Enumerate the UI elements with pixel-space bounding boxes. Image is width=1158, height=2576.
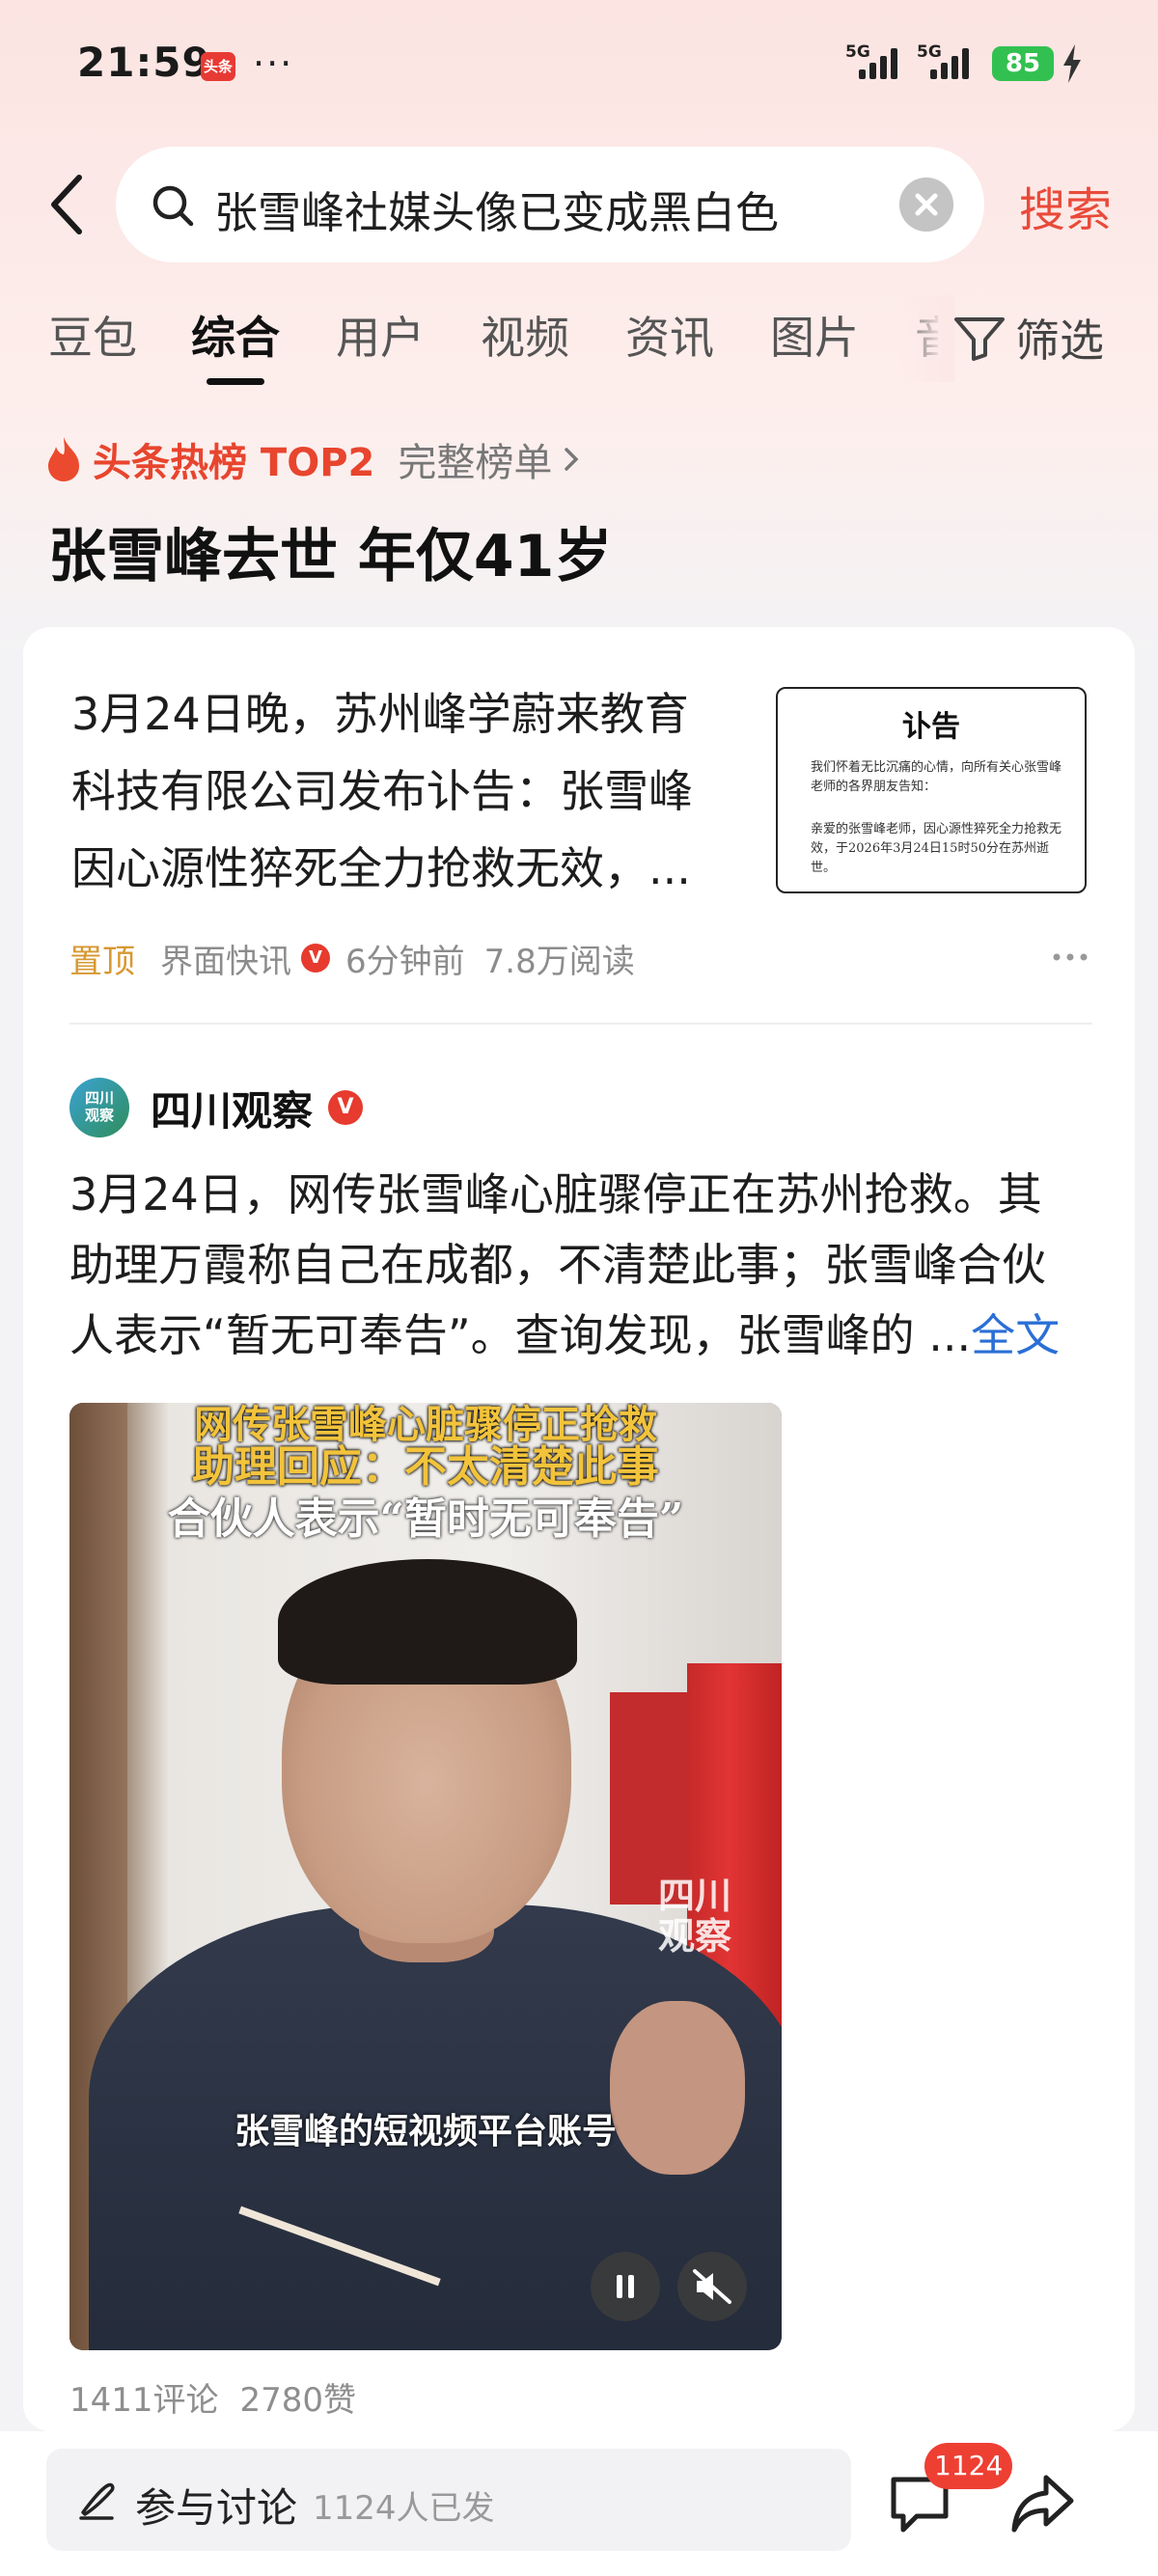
tab-all[interactable]: 综合 [191, 303, 280, 367]
thumbnail-paragraph-2: 亲爱的张雪峰老师，因心源性猝死全力抢救无效，于2026年3月24日15时50分在… [811, 822, 1062, 875]
article-1-line: 3月24日晚，苏州峰学蔚来教育 [71, 688, 689, 740]
article-1-text[interactable]: 3月24日晚，苏州峰学蔚来教育 科技有限公司发布讣告：张雪峰 因心源性猝死全力抢… [71, 675, 766, 907]
battery-icon: 85 [992, 46, 1054, 81]
category-tabs: 豆包 综合 用户 视频 资讯 图片 音 筛选 [0, 295, 1158, 392]
search-box[interactable]: 张雪峰社媒头像已变成黑白色 [116, 147, 984, 262]
article-1-thumbnail[interactable]: 讣告 我们怀着无比沉痛的心情，向所有关心张雪峰老师的各界朋友告知： 亲爱的张雪峰… [776, 687, 1087, 893]
article-2-stats: 1411评论 2780赞 [69, 2373, 377, 2421]
tab-images[interactable]: 图片 [770, 303, 859, 367]
verified-icon: V [301, 944, 330, 973]
active-tab-indicator [207, 378, 264, 385]
more-notifications-icon: ··· [253, 42, 294, 85]
share-icon[interactable] [1009, 2470, 1077, 2537]
tabs-fade [897, 295, 955, 382]
video-person-hair [278, 1559, 577, 1685]
more-options-icon[interactable] [1046, 938, 1094, 976]
full-text-link[interactable]: 全文 [971, 1309, 1060, 1361]
thumbnail-paragraph-1: 我们怀着无比沉痛的心情，向所有关心张雪峰老师的各界朋友告知： [811, 760, 1062, 794]
article-1-line: 科技有限公司发布讣告：张雪峰 [71, 765, 693, 817]
search-button[interactable]: 搜索 [1019, 172, 1112, 239]
like-count[interactable]: 2780赞 [240, 2381, 357, 2420]
pause-icon[interactable] [591, 2252, 660, 2321]
status-time: 21:59 [77, 39, 211, 86]
bottom-bar: 参与讨论 1124人已发 1124 [0, 2431, 1158, 2576]
pen-icon [79, 2482, 115, 2520]
article-1-reads: 7.8万阅读 [483, 942, 635, 981]
discuss-count: 1124人已发 [313, 2489, 495, 2528]
tab-videos[interactable]: 视频 [481, 303, 569, 367]
search-input[interactable]: 张雪峰社媒头像已变成黑白色 [214, 178, 779, 240]
clear-icon[interactable] [899, 178, 953, 232]
mute-icon[interactable] [677, 2252, 747, 2321]
video-bag [610, 1692, 697, 1905]
toutiao-app-icon: 头条 [201, 52, 235, 81]
video-subtitle: 张雪峰的短视频平台账号 [234, 2111, 617, 2151]
author-name: 四川观察 [151, 1086, 314, 1135]
article-2-line: 人表示“暂无可奉告”。查询发现，张雪峰的 ...全文 [69, 1309, 1061, 1361]
comment-count[interactable]: 1411评论 [69, 2381, 219, 2420]
article-2-text[interactable]: 3月24日，网传张雪峰心脏骤停正在苏州抢救。其 助理万霞称自己在成都，不清楚此事… [69, 1160, 1112, 1371]
full-list-link[interactable]: 完整榜单 [398, 431, 552, 487]
hot-topic-title[interactable]: 张雪峰去世 年仅41岁 [48, 509, 612, 593]
back-icon[interactable] [44, 174, 93, 235]
avatar[interactable]: 四川 观察 [69, 1078, 129, 1137]
divider [69, 1023, 1092, 1025]
verified-icon: V [328, 1090, 364, 1125]
signal-icon-2: 5G [917, 42, 979, 81]
article-1-time: 6分钟前 [345, 942, 465, 981]
search-icon [152, 185, 194, 227]
video-player[interactable]: 网传张雪峰心脏骤停正抢救 助理回应：不太清楚此事 合伙人表示“暂时无可奉告” 四… [69, 1403, 782, 2350]
results-card: 3月24日晚，苏州峰学蔚来教育 科技有限公司发布讣告：张雪峰 因心源性猝死全力抢… [23, 627, 1135, 2431]
video-caption-3: 合伙人表示“暂时无可奉告” [167, 1494, 684, 1544]
hot-list-row[interactable]: 头条热榜 TOP2 完整榜单 [44, 432, 581, 486]
video-watermark: 四川 观察 [657, 1874, 731, 1958]
charging-icon [1063, 44, 1081, 83]
tab-doubao[interactable]: 豆包 [48, 303, 137, 367]
join-discussion-button[interactable]: 参与讨论 1124人已发 [46, 2449, 851, 2551]
discuss-label: 参与讨论 [135, 2484, 298, 2532]
tab-users[interactable]: 用户 [336, 303, 425, 367]
filter-label: 筛选 [1015, 315, 1104, 367]
thumbnail-title: 讣告 [902, 710, 960, 744]
chevron-right-icon [565, 448, 579, 471]
article-1-line: 因心源性猝死全力抢救无效，... [71, 842, 691, 894]
article-1-source[interactable]: 界面快讯 [160, 935, 291, 982]
flame-icon [48, 437, 79, 481]
status-bar: 21:59 头条 ··· 5G 5G 85 [0, 0, 1158, 125]
article-2-author[interactable]: 四川 观察 四川观察 V [69, 1077, 378, 1138]
filter-button[interactable]: 筛选 [953, 309, 1104, 367]
hot-list-label: 头条热榜 TOP2 [93, 441, 375, 485]
filter-icon [954, 317, 1005, 361]
comment-badge: 1124 [924, 2443, 1013, 2489]
tab-news[interactable]: 资讯 [625, 303, 714, 367]
article-2-line: 助理万霞称自己在成都，不清楚此事；张雪峰合伙 [69, 1239, 1046, 1291]
pinned-tag: 置顶 [69, 942, 135, 981]
article-2-line: 3月24日，网传张雪峰心脏骤停正在苏州抢救。其 [69, 1168, 1042, 1220]
article-1-meta: 置顶 界面快讯 V 6分钟前 7.8万阅读 [69, 934, 654, 982]
signal-icon: 5G [845, 42, 907, 81]
